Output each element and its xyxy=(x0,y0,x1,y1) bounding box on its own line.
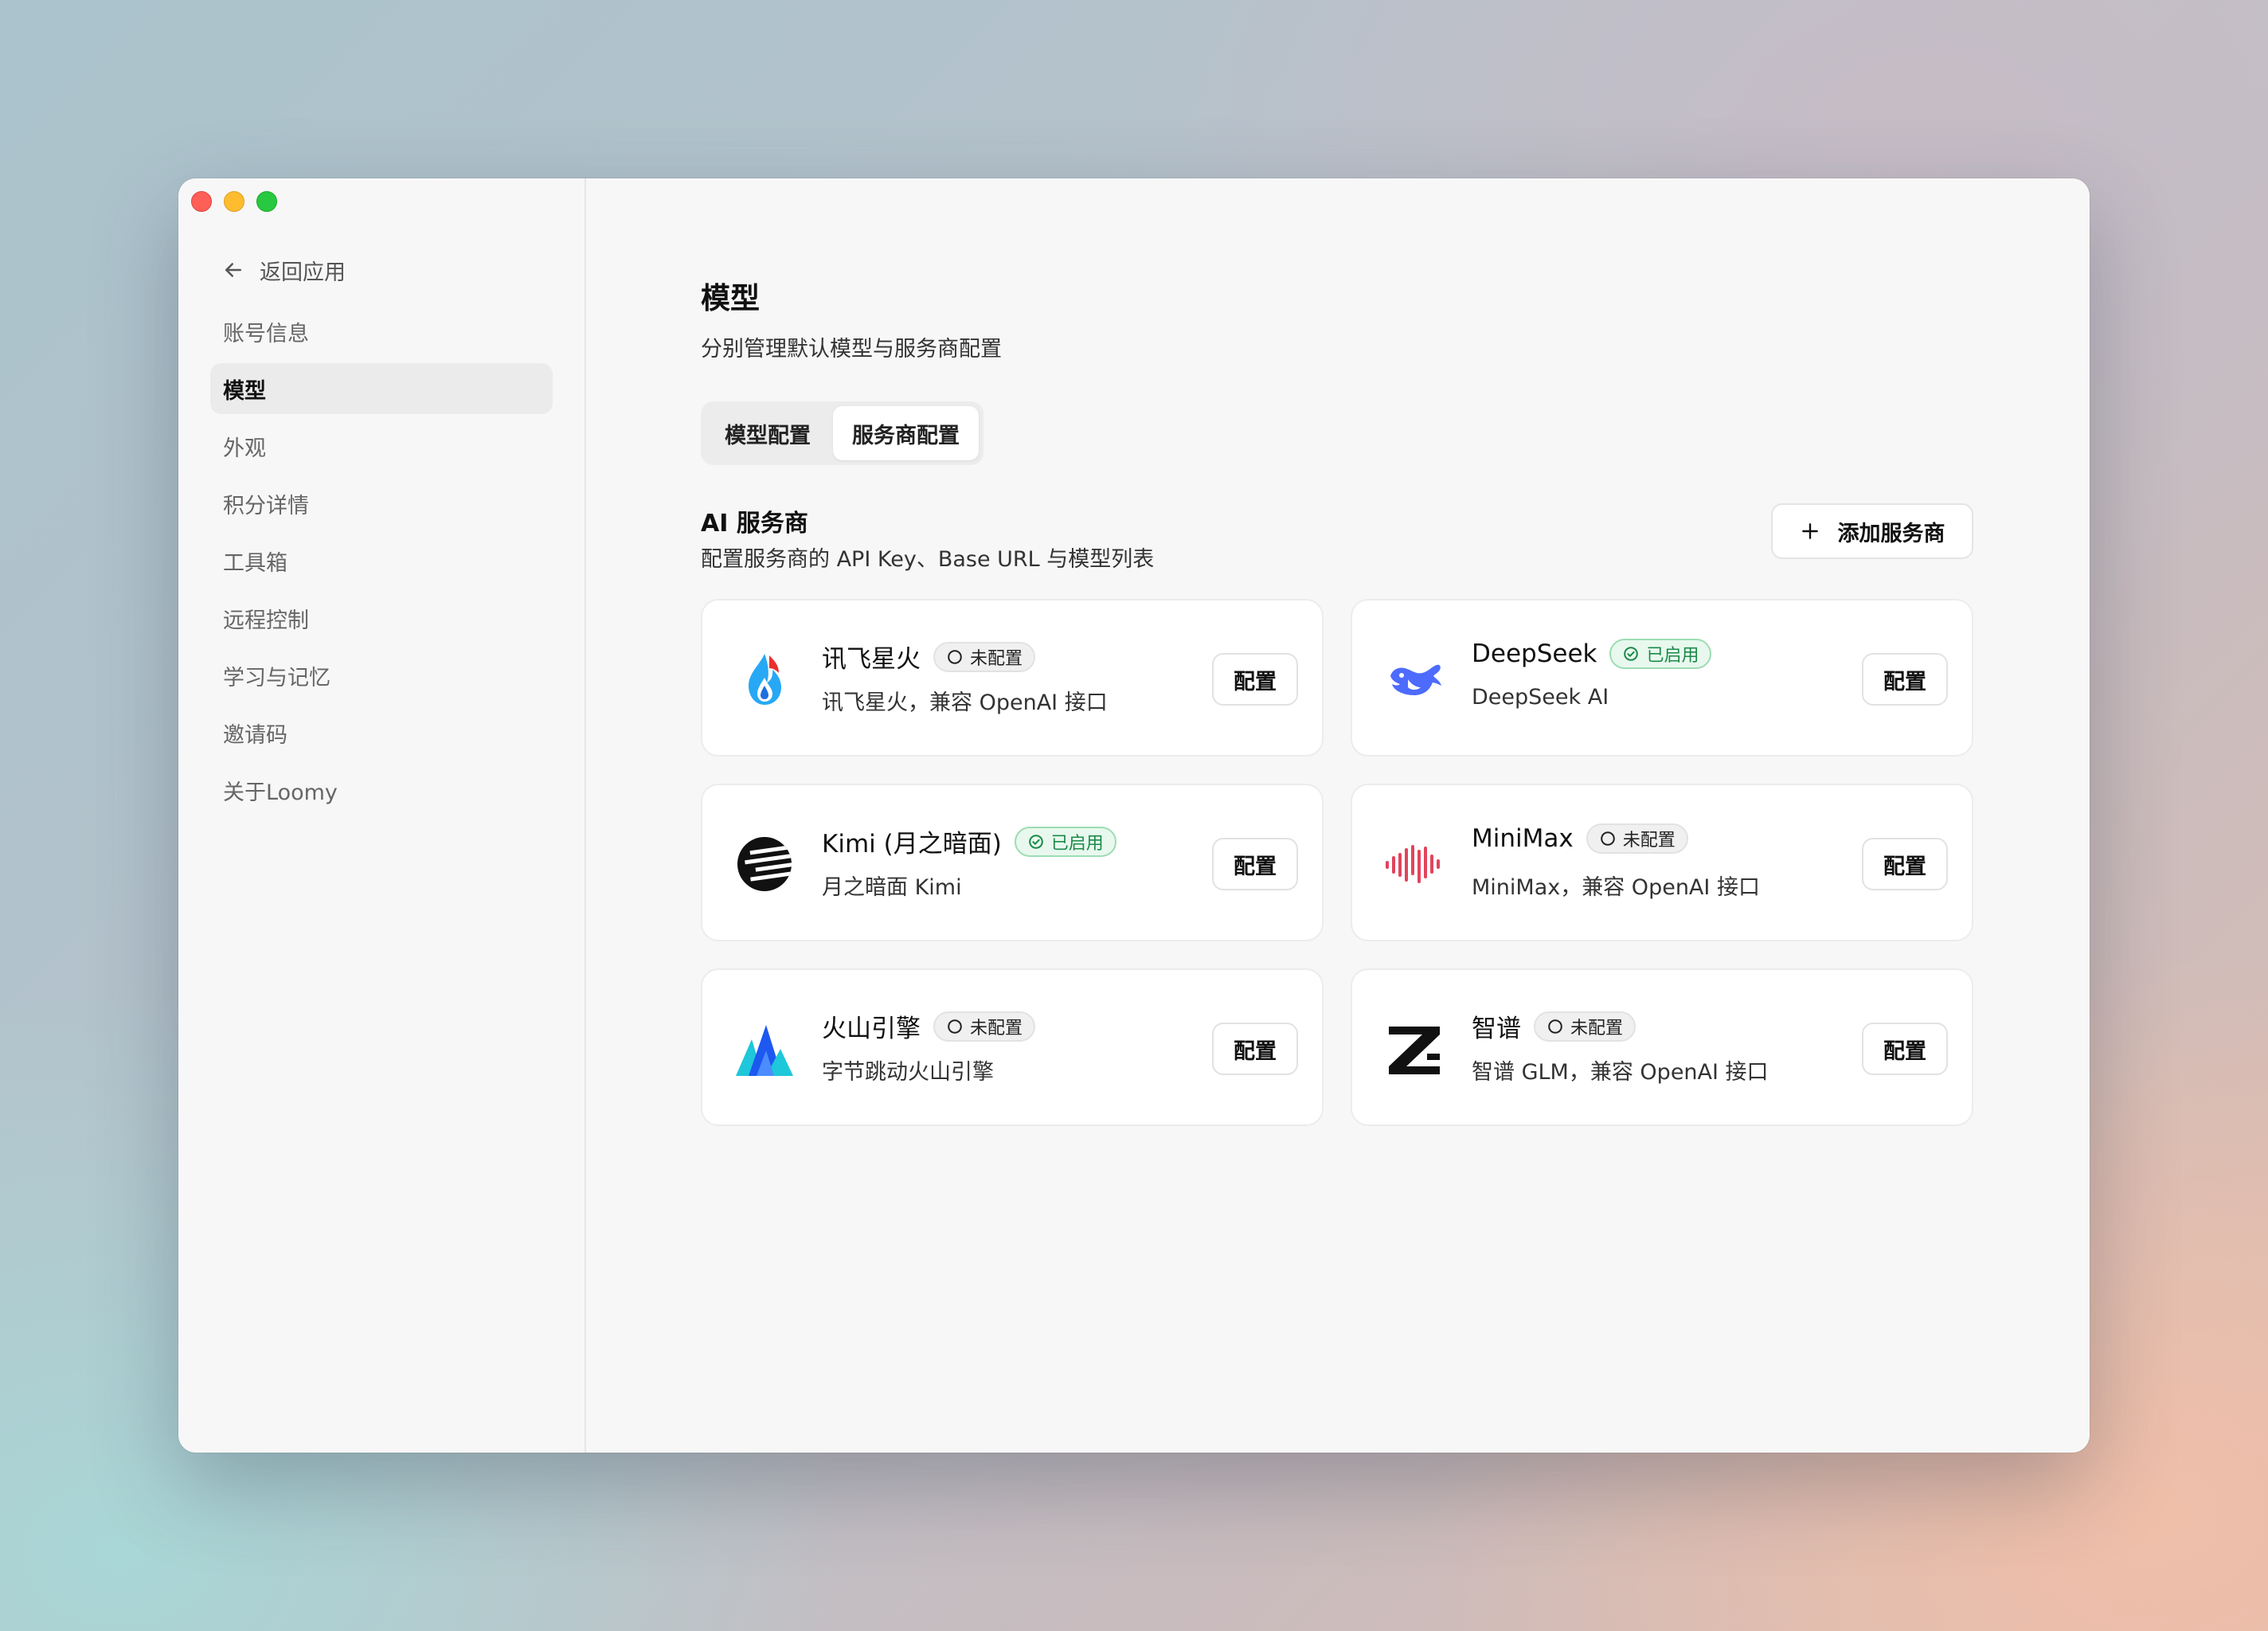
sidebar-item-label: 远程控制 xyxy=(223,608,309,633)
sidebar-item-label: 积分详情 xyxy=(223,493,309,518)
provider-grid: 讯飞星火 未配置 讯飞星火，兼容 OpenAI 接口 配置 DeepSeek 已… xyxy=(701,599,1973,1126)
main-content: 模型 分别管理默认模型与服务商配置 模型配置 服务商配置 AI 服务商 配置服务… xyxy=(586,178,2090,1453)
check-circle-icon xyxy=(1028,834,1043,849)
status-badge: 已启用 xyxy=(1609,639,1712,669)
provider-name: 火山引擎 xyxy=(822,1015,921,1043)
circle-icon xyxy=(1548,1019,1562,1034)
sidebar-item-about[interactable]: 关于Loomy xyxy=(210,765,553,816)
sidebar-item-label: 账号信息 xyxy=(223,321,309,346)
card-title: MiniMax 未配置 xyxy=(1472,823,1688,854)
zhipu-icon xyxy=(1384,1019,1445,1079)
sidebar: 返回应用 账号信息 模型 外观 积分详情 工具箱 远程控制 学习与记忆 邀请码 … xyxy=(178,178,586,1453)
provider-name: 讯飞星火 xyxy=(822,645,921,674)
tab-model-config[interactable]: 模型配置 xyxy=(706,406,830,460)
add-provider-button[interactable]: 添加服务商 xyxy=(1771,503,1973,559)
sidebar-item-invite-code[interactable]: 邀请码 xyxy=(210,707,553,758)
status-badge: 已启用 xyxy=(1014,826,1116,857)
card-title: 智谱 未配置 xyxy=(1472,1008,1636,1044)
provider-description: 智谱 GLM，兼容 OpenAI 接口 xyxy=(1472,1060,1769,1085)
sidebar-item-toolbox[interactable]: 工具箱 xyxy=(210,535,553,586)
status-badge: 未配置 xyxy=(1586,823,1688,854)
provider-name: DeepSeek xyxy=(1472,639,1597,668)
back-label: 返回应用 xyxy=(260,260,346,285)
configure-button[interactable]: 配置 xyxy=(1212,653,1298,706)
sidebar-item-label: 关于Loomy xyxy=(223,780,338,805)
provider-card-kimi: Kimi (月之暗面) 已启用 月之暗面 Kimi 配置 xyxy=(701,784,1324,941)
status-badge: 未配置 xyxy=(1534,1011,1636,1042)
card-title: Kimi (月之暗面) 已启用 xyxy=(822,823,1116,859)
status-badge: 未配置 xyxy=(933,641,1036,672)
section-subtitle: 配置服务商的 API Key、Base URL 与模型列表 xyxy=(701,547,1155,572)
card-title: DeepSeek 已启用 xyxy=(1472,639,1712,669)
window-controls xyxy=(191,191,277,212)
back-to-app-button[interactable]: 返回应用 xyxy=(221,252,346,288)
zoom-window-button[interactable] xyxy=(256,191,277,212)
tab-bar: 模型配置 服务商配置 xyxy=(701,401,983,465)
configure-button[interactable]: 配置 xyxy=(1862,653,1948,706)
provider-card-spark: 讯飞星火 未配置 讯飞星火，兼容 OpenAI 接口 配置 xyxy=(701,599,1324,757)
minimize-window-button[interactable] xyxy=(224,191,244,212)
provider-name: 智谱 xyxy=(1472,1015,1521,1043)
settings-window: 返回应用 账号信息 模型 外观 积分详情 工具箱 远程控制 学习与记忆 邀请码 … xyxy=(178,178,2090,1453)
card-title: 讯飞星火 未配置 xyxy=(822,639,1036,675)
configure-button[interactable]: 配置 xyxy=(1212,1023,1298,1075)
section-title: AI 服务商 xyxy=(701,510,808,538)
sidebar-item-label: 邀请码 xyxy=(223,722,287,748)
provider-description: 月之暗面 Kimi xyxy=(822,875,962,900)
provider-card-volcano: 火山引擎 未配置 字节跳动火山引擎 配置 xyxy=(701,968,1324,1126)
plus-icon xyxy=(1801,523,1818,539)
volcano-icon xyxy=(734,1019,795,1079)
sidebar-item-label: 外观 xyxy=(223,436,266,461)
sidebar-item-learning-memory[interactable]: 学习与记忆 xyxy=(210,650,553,701)
provider-card-zhipu: 智谱 未配置 智谱 GLM，兼容 OpenAI 接口 配置 xyxy=(1351,968,1973,1126)
card-title: 火山引擎 未配置 xyxy=(822,1008,1036,1044)
provider-description: 讯飞星火，兼容 OpenAI 接口 xyxy=(822,690,1108,715)
provider-description: MiniMax，兼容 OpenAI 接口 xyxy=(1472,875,1760,900)
provider-description: DeepSeek AI xyxy=(1472,685,1609,710)
page-title: 模型 xyxy=(701,281,760,315)
provider-name: MiniMax xyxy=(1472,824,1574,853)
status-label: 未配置 xyxy=(1622,831,1676,851)
close-window-button[interactable] xyxy=(191,191,212,212)
status-label: 未配置 xyxy=(970,1018,1023,1038)
sidebar-item-models[interactable]: 模型 xyxy=(210,363,553,414)
provider-description: 字节跳动火山引擎 xyxy=(822,1060,994,1085)
circle-icon xyxy=(1600,831,1615,846)
sidebar-item-label: 模型 xyxy=(223,378,266,404)
provider-card-deepseek: DeepSeek 已启用 DeepSeek AI 配置 xyxy=(1351,599,1973,757)
page-subtitle: 分别管理默认模型与服务商配置 xyxy=(701,337,1002,362)
arrow-left-icon xyxy=(225,263,241,277)
waveform-icon xyxy=(1384,834,1445,894)
status-label: 未配置 xyxy=(1570,1018,1624,1038)
sidebar-nav: 账号信息 模型 外观 积分详情 工具箱 远程控制 学习与记忆 邀请码 关于Loo… xyxy=(210,306,553,822)
status-label: 未配置 xyxy=(970,648,1023,669)
circle-icon xyxy=(948,649,962,664)
sidebar-item-remote-control[interactable]: 远程控制 xyxy=(210,593,553,643)
configure-button[interactable]: 配置 xyxy=(1862,1023,1948,1075)
sidebar-item-appearance[interactable]: 外观 xyxy=(210,420,553,471)
sidebar-item-credits[interactable]: 积分详情 xyxy=(210,478,553,529)
tab-provider-config[interactable]: 服务商配置 xyxy=(833,406,979,460)
sidebar-item-label: 学习与记忆 xyxy=(223,665,330,690)
status-label: 已启用 xyxy=(1646,646,1699,666)
provider-card-minimax: MiniMax 未配置 MiniMax，兼容 OpenAI 接口 配置 xyxy=(1351,784,1973,941)
configure-button[interactable]: 配置 xyxy=(1212,838,1298,890)
kimi-icon xyxy=(734,834,795,894)
status-label: 已启用 xyxy=(1050,833,1104,854)
spark-icon xyxy=(734,649,795,710)
add-provider-label: 添加服务商 xyxy=(1837,521,1945,546)
provider-name: Kimi (月之暗面) xyxy=(822,830,1002,859)
configure-button[interactable]: 配置 xyxy=(1862,838,1948,890)
whale-icon xyxy=(1384,649,1445,710)
sidebar-item-label: 工具箱 xyxy=(223,550,287,576)
sidebar-item-account[interactable]: 账号信息 xyxy=(210,306,553,357)
circle-icon xyxy=(948,1019,962,1034)
status-badge: 未配置 xyxy=(933,1011,1036,1042)
check-circle-icon xyxy=(1624,647,1639,661)
